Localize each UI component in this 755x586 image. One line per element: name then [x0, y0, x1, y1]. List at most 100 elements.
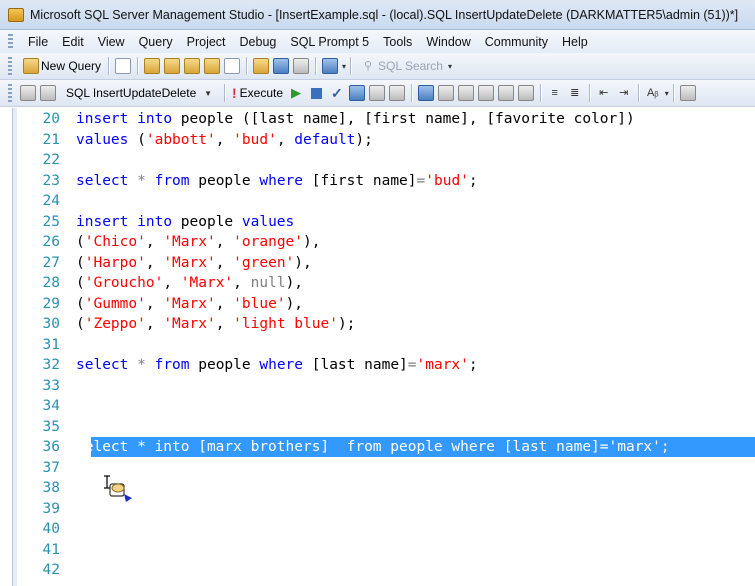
analysis-services-query-icon[interactable] [164, 58, 181, 74]
line-number: 30 [42, 316, 60, 332]
menu-project[interactable]: Project [180, 35, 233, 49]
toolbar-separator [315, 57, 317, 75]
intellisense-icon[interactable] [417, 85, 434, 101]
line-number: 33 [42, 377, 60, 394]
menu-help[interactable]: Help [555, 35, 595, 49]
parse-check-icon[interactable]: ✓ [331, 85, 343, 102]
database-engine-query-icon[interactable] [144, 58, 161, 74]
increase-indent-icon[interactable]: ⇥ [616, 85, 632, 101]
toolbar-separator [137, 57, 139, 75]
code-token: 'bud' [425, 172, 469, 189]
code-line[interactable]: 26 ('Chico', 'Marx', 'orange'), [18, 232, 755, 252]
toolbar-separator [539, 84, 541, 102]
code-token: 'Marx' [163, 316, 216, 332]
mdx-query-icon[interactable] [184, 58, 201, 74]
menu-bar: File Edit View Query Project Debug SQL P… [0, 30, 755, 53]
client-statistics-icon[interactable] [457, 85, 474, 101]
new-file-icon[interactable] [115, 58, 132, 74]
open-file-icon[interactable] [253, 58, 270, 74]
decrease-indent-icon[interactable]: ⇤ [596, 85, 612, 101]
menu-community[interactable]: Community [478, 35, 555, 49]
code-line[interactable]: 28 ('Groucho', 'Marx', null), [18, 273, 755, 293]
execute-button[interactable]: ! Execute [229, 83, 286, 103]
code-line[interactable]: 24 [18, 191, 755, 211]
menu-file[interactable]: File [21, 35, 55, 49]
window-title: Microsoft SQL Server Management Studio -… [30, 7, 739, 22]
code-line[interactable]: 32 select * from people where [last name]… [18, 355, 755, 375]
menu-grip-icon[interactable] [8, 33, 13, 50]
menu-window[interactable]: Window [419, 35, 477, 49]
code-line[interactable]: 36 select * into [marx brothers] from peo… [18, 437, 755, 457]
results-to-text-icon[interactable] [477, 85, 494, 101]
code-line[interactable]: 27 ('Harpo', 'Marx', 'green'), [18, 253, 755, 273]
sql-compact-query-icon[interactable] [224, 58, 241, 74]
menu-view[interactable]: View [91, 35, 132, 49]
code-line[interactable]: 41 [18, 540, 755, 560]
line-number: 32 [42, 357, 60, 373]
menu-edit[interactable]: Edit [55, 35, 91, 49]
toolbar-overflow-icon[interactable]: ▾ [448, 62, 452, 71]
toolbar-overflow-icon[interactable]: ▾ [342, 62, 346, 71]
code-line[interactable]: 29 ('Gummo', 'Marx', 'blue'), [18, 294, 755, 314]
debug-play-icon[interactable]: ▶ [291, 85, 301, 101]
query-options-icon[interactable] [388, 85, 405, 101]
results-to-grid-icon[interactable] [497, 85, 514, 101]
query-designer-icon[interactable] [368, 85, 385, 101]
line-number: 27 [42, 254, 60, 271]
code-line[interactable]: 23 select * from people where [first name… [18, 171, 755, 191]
code-line[interactable]: 30 ('Zeppo', 'Marx', 'light blue'); [18, 314, 755, 334]
xmla-query-icon[interactable] [204, 58, 221, 74]
menu-query[interactable]: Query [132, 35, 180, 49]
line-number: 42 [42, 562, 60, 578]
code-token: values [241, 213, 295, 230]
menu-sql-prompt[interactable]: SQL Prompt 5 [283, 35, 376, 49]
code-line[interactable]: 25 insert into people values [18, 212, 755, 232]
code-token: , [215, 254, 234, 271]
uncomment-lines-icon[interactable]: ≣ [567, 85, 583, 101]
code-line[interactable]: 42 [18, 560, 755, 580]
include-actual-plan-icon[interactable] [437, 85, 454, 101]
save-icon[interactable] [273, 58, 290, 74]
display-estimated-plan-icon[interactable] [348, 85, 365, 101]
toolbar-grip-icon[interactable] [8, 57, 12, 75]
sql-search-button[interactable]: ⚲ SQL Search [355, 56, 446, 76]
database-select-value: SQL InsertUpdateDelete [66, 86, 197, 100]
toolbar-grip-icon[interactable] [8, 84, 12, 102]
print-icon[interactable] [293, 58, 310, 74]
code-token: default [294, 131, 356, 148]
code-line[interactable]: 40 [18, 519, 755, 539]
available-databases-select[interactable]: SQL InsertUpdateDelete ▼ [62, 83, 216, 103]
code-line[interactable]: 33 [18, 376, 755, 396]
line-number: 26 [42, 234, 60, 250]
menu-tools[interactable]: Tools [376, 35, 419, 49]
code-token: ), [294, 254, 312, 271]
code-token: [last name] [303, 357, 408, 373]
code-line[interactable]: 35 [18, 417, 755, 437]
comment-lines-icon[interactable]: ≡ [547, 85, 563, 101]
cancel-query-icon[interactable] [311, 87, 323, 99]
change-connection-icon[interactable] [40, 85, 56, 101]
toolbar-overflow-icon[interactable]: ▾ [665, 89, 669, 98]
sql-query-editor[interactable]: 20 insert into people ([last name], [firs… [12, 108, 755, 586]
code-token: from [154, 172, 190, 189]
code-line[interactable]: 20 insert into people ([last name], [firs… [18, 109, 755, 129]
activity-monitor-icon[interactable] [322, 58, 339, 74]
execute-label: Execute [239, 86, 284, 100]
code-line[interactable]: 21 values ('abbott', 'bud', default); [18, 130, 755, 150]
code-token: , [276, 131, 295, 148]
code-token: 'green' [233, 254, 295, 271]
code-token: 'blue' [233, 295, 286, 312]
code-line[interactable]: 34 [18, 396, 755, 416]
connect-icon[interactable] [20, 85, 36, 101]
extra-toolbar-icon[interactable] [679, 85, 696, 101]
code-line[interactable]: 31 [18, 335, 755, 355]
toolbar-separator [108, 57, 110, 75]
standard-toolbar: New Query ▾ ⚲ SQL Search ▾ [0, 53, 755, 80]
code-token: ( [128, 131, 146, 148]
menu-debug[interactable]: Debug [233, 35, 284, 49]
code-line[interactable]: 22 [18, 150, 755, 170]
results-to-file-icon[interactable] [517, 85, 534, 101]
specify-template-values-icon[interactable]: Aᵦ [645, 85, 661, 101]
new-query-button[interactable]: New Query [18, 56, 104, 76]
